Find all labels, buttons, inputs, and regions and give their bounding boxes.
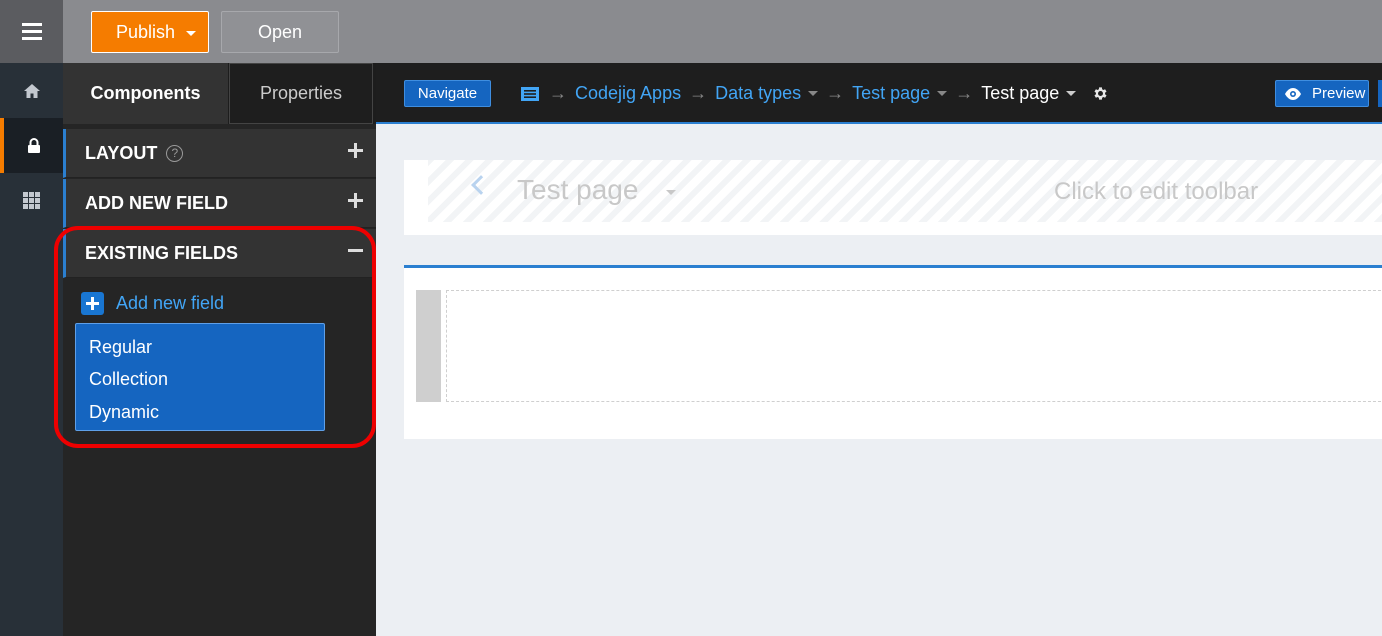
rail-item-lock[interactable] (0, 118, 63, 173)
page-content-card (404, 265, 1382, 439)
list-icon[interactable] (521, 86, 539, 101)
gear-icon[interactable] (1092, 85, 1109, 102)
section-layout[interactable]: LAYOUT ? (63, 129, 376, 178)
rail-item-home[interactable] (0, 63, 63, 118)
help-icon[interactable]: ? (166, 144, 184, 162)
add-new-field-label: Add new field (116, 293, 225, 313)
section-add-new-field[interactable]: ADD NEW FIELD (63, 179, 376, 228)
page-toolbar-card: Test page Click to edit toolbar (404, 160, 1382, 235)
left-rail (0, 63, 63, 636)
panel-tabs: Components Properties (63, 63, 376, 124)
section-existing-fields-label: EXISTING FIELDS (85, 242, 239, 263)
rail-item-apps[interactable] (0, 173, 63, 228)
home-icon (23, 83, 40, 98)
section-add-new-field-label: ADD NEW FIELD (85, 192, 228, 213)
breadcrumb-current-page[interactable]: Test page (981, 83, 1059, 104)
page-title: Test page (517, 174, 639, 205)
drop-zone[interactable] (446, 290, 1382, 402)
chevron-down-icon[interactable] (666, 190, 676, 195)
back-chevron-icon[interactable] (471, 175, 491, 195)
collapse-minus-icon[interactable] (348, 242, 364, 258)
editor-navbar: Navigate → Codejig Apps → Data types → T… (376, 63, 1382, 124)
publish-dropdown-caret-icon[interactable] (186, 31, 196, 36)
navigate-button[interactable]: Navigate (404, 80, 491, 107)
breadcrumb: → Codejig Apps → Data types → Test page … (521, 63, 1109, 124)
preview-button[interactable]: Preview (1275, 80, 1369, 107)
open-button[interactable]: Open (221, 11, 339, 53)
dropdown-option-collection[interactable]: Collection (76, 364, 324, 397)
breadcrumb-arrow-icon: → (826, 83, 845, 103)
tab-properties[interactable]: Properties (229, 63, 373, 124)
breadcrumb-arrow-icon: → (689, 83, 708, 103)
chevron-down-icon[interactable] (937, 91, 948, 96)
breadcrumb-codejig-apps[interactable]: Codejig Apps (575, 83, 681, 104)
add-new-field-link[interactable]: Add new field (81, 292, 224, 315)
hamburger-menu-icon[interactable] (0, 0, 63, 63)
breadcrumb-data-types[interactable]: Data types (715, 83, 801, 104)
tab-components[interactable]: Components (63, 63, 228, 124)
breadcrumb-arrow-icon: → (549, 83, 567, 103)
components-panel: Components Properties LAYOUT ? ADD NEW F… (54, 63, 376, 636)
publish-button[interactable]: Publish (91, 11, 209, 53)
preview-label: Preview (1312, 85, 1366, 102)
expand-plus-icon[interactable] (348, 192, 364, 208)
breadcrumb-test-page-link[interactable]: Test page (852, 83, 930, 104)
eye-icon (1285, 87, 1301, 100)
page-toolbar[interactable]: Test page Click to edit toolbar (428, 160, 1382, 222)
chevron-down-icon[interactable] (808, 91, 819, 96)
breadcrumb-arrow-icon: → (955, 83, 974, 103)
chevron-down-icon[interactable] (1066, 91, 1077, 96)
lock-icon (27, 137, 40, 153)
section-existing-fields[interactable]: EXISTING FIELDS (63, 229, 376, 278)
expand-plus-icon[interactable] (348, 142, 364, 158)
next-button-edge[interactable] (1378, 80, 1382, 107)
top-bar: Publish Open (0, 0, 1382, 63)
field-type-dropdown: Regular Collection Dynamic (75, 323, 325, 431)
dropdown-option-dynamic[interactable]: Dynamic (76, 396, 324, 429)
section-layout-label: LAYOUT (85, 142, 158, 163)
grid-icon (23, 192, 40, 209)
drag-handle[interactable] (416, 290, 441, 402)
add-plus-icon (81, 292, 104, 315)
edit-toolbar-hint[interactable]: Click to edit toolbar (1054, 178, 1258, 206)
publish-label: Publish (116, 21, 176, 42)
dropdown-option-regular[interactable]: Regular (76, 331, 324, 364)
